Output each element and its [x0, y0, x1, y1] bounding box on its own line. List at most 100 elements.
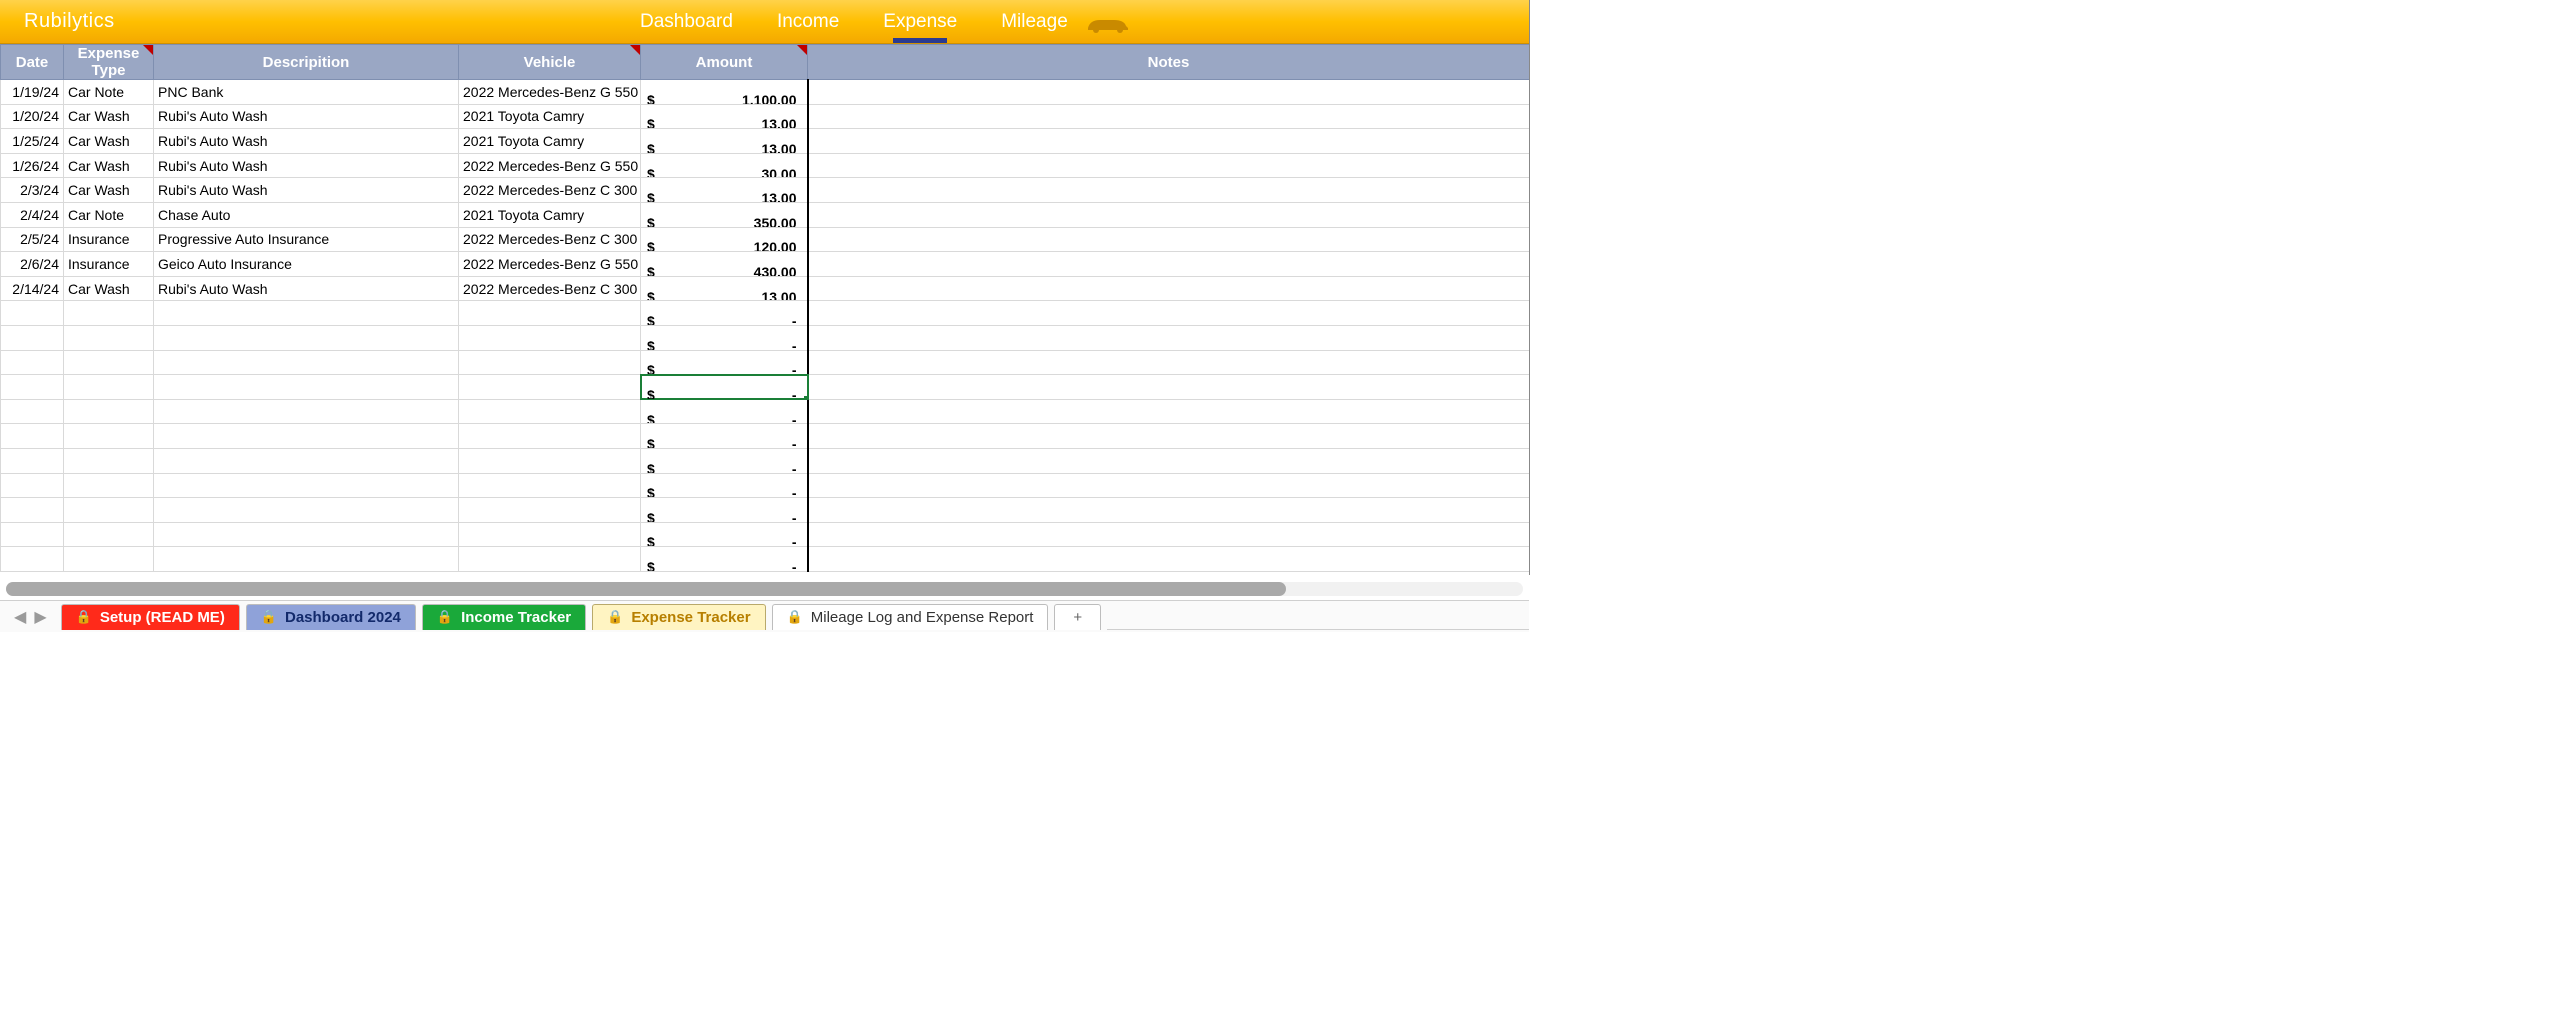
cell-notes[interactable]: [808, 547, 1530, 572]
cell-expense-type[interactable]: [64, 498, 154, 523]
cell-date[interactable]: [1, 301, 64, 326]
sheet-tab[interactable]: 🔒Mileage Log and Expense Report: [772, 604, 1049, 630]
cell-date[interactable]: 2/3/24: [1, 178, 64, 203]
cell-notes[interactable]: [808, 202, 1530, 227]
cell-description[interactable]: [154, 375, 459, 400]
cell-expense-type[interactable]: [64, 547, 154, 572]
cell-description[interactable]: [154, 399, 459, 424]
cell-date[interactable]: [1, 375, 64, 400]
cell-amount[interactable]: $-: [641, 522, 808, 547]
cell-notes[interactable]: [808, 80, 1530, 105]
cell-amount[interactable]: $430.00: [641, 252, 808, 277]
cell-description[interactable]: [154, 350, 459, 375]
cell-vehicle[interactable]: [459, 547, 641, 572]
cell-description[interactable]: Rubi's Auto Wash: [154, 129, 459, 154]
cell-expense-type[interactable]: [64, 325, 154, 350]
cell-vehicle[interactable]: 2021 Toyota Camry: [459, 129, 641, 154]
cell-amount[interactable]: $120.00: [641, 227, 808, 252]
cell-notes[interactable]: [808, 375, 1530, 400]
cell-description[interactable]: Rubi's Auto Wash: [154, 178, 459, 203]
cell-date[interactable]: 2/5/24: [1, 227, 64, 252]
cell-notes[interactable]: [808, 424, 1530, 449]
cell-description[interactable]: Rubi's Auto Wash: [154, 276, 459, 301]
cell-date[interactable]: [1, 325, 64, 350]
cell-expense-type[interactable]: [64, 473, 154, 498]
nav-income[interactable]: Income: [777, 11, 839, 33]
cell-date[interactable]: 1/25/24: [1, 129, 64, 154]
cell-amount[interactable]: $-: [641, 547, 808, 572]
cell-description[interactable]: [154, 473, 459, 498]
cell-date[interactable]: 1/19/24: [1, 80, 64, 105]
cell-expense-type[interactable]: Car Wash: [64, 178, 154, 203]
sheet-tab[interactable]: 🔒Income Tracker: [422, 604, 586, 630]
cell-amount[interactable]: $-: [641, 473, 808, 498]
cell-vehicle[interactable]: 2022 Mercedes-Benz C 300: [459, 276, 641, 301]
cell-notes[interactable]: [808, 498, 1530, 523]
cell-amount[interactable]: $-: [641, 399, 808, 424]
col-amount[interactable]: Amount: [641, 45, 808, 80]
cell-date[interactable]: 2/4/24: [1, 202, 64, 227]
cell-expense-type[interactable]: Car Wash: [64, 153, 154, 178]
cell-amount[interactable]: $13.00: [641, 129, 808, 154]
cell-description[interactable]: [154, 522, 459, 547]
cell-date[interactable]: [1, 424, 64, 449]
col-description[interactable]: Descripition: [154, 45, 459, 80]
cell-notes[interactable]: [808, 301, 1530, 326]
cell-amount[interactable]: $-: [641, 301, 808, 326]
nav-expense[interactable]: Expense: [883, 11, 957, 33]
cell-notes[interactable]: [808, 325, 1530, 350]
sheet-tab[interactable]: 🔒Expense Tracker: [592, 604, 765, 630]
cell-amount[interactable]: $13.00: [641, 178, 808, 203]
cell-description[interactable]: Rubi's Auto Wash: [154, 153, 459, 178]
cell-description[interactable]: [154, 424, 459, 449]
expense-table[interactable]: Date Expense Type Descripition Vehicle A…: [0, 44, 1530, 572]
cell-expense-type[interactable]: [64, 301, 154, 326]
cell-vehicle[interactable]: [459, 399, 641, 424]
cell-vehicle[interactable]: [459, 448, 641, 473]
cell-expense-type[interactable]: Car Wash: [64, 276, 154, 301]
add-sheet-tab[interactable]: +: [1054, 604, 1101, 630]
cell-description[interactable]: [154, 547, 459, 572]
cell-vehicle[interactable]: [459, 325, 641, 350]
cell-expense-type[interactable]: [64, 448, 154, 473]
cell-notes[interactable]: [808, 252, 1530, 277]
nav-mileage[interactable]: Mileage: [1001, 11, 1068, 33]
cell-notes[interactable]: [808, 473, 1530, 498]
cell-expense-type[interactable]: [64, 375, 154, 400]
cell-vehicle[interactable]: [459, 301, 641, 326]
cell-description[interactable]: Chase Auto: [154, 202, 459, 227]
cell-expense-type[interactable]: Insurance: [64, 252, 154, 277]
cell-vehicle[interactable]: [459, 375, 641, 400]
cell-notes[interactable]: [808, 129, 1530, 154]
nav-dashboard[interactable]: Dashboard: [640, 11, 733, 33]
cell-amount[interactable]: $350.00: [641, 202, 808, 227]
sheet-tab[interactable]: 🔒Dashboard 2024: [246, 604, 416, 630]
cell-date[interactable]: 2/14/24: [1, 276, 64, 301]
cell-description[interactable]: Geico Auto Insurance: [154, 252, 459, 277]
cell-vehicle[interactable]: 2022 Mercedes-Benz G 550: [459, 252, 641, 277]
cell-amount[interactable]: $-: [641, 325, 808, 350]
sheet-prev-arrow-icon[interactable]: ◀: [14, 607, 26, 627]
cell-date[interactable]: [1, 350, 64, 375]
cell-description[interactable]: Progressive Auto Insurance: [154, 227, 459, 252]
cell-amount[interactable]: $13.00: [641, 104, 808, 129]
cell-vehicle[interactable]: [459, 473, 641, 498]
cell-notes[interactable]: [808, 399, 1530, 424]
cell-date[interactable]: 1/20/24: [1, 104, 64, 129]
cell-vehicle[interactable]: 2022 Mercedes-Benz G 550: [459, 80, 641, 105]
cell-expense-type[interactable]: [64, 350, 154, 375]
cell-date[interactable]: [1, 498, 64, 523]
col-vehicle[interactable]: Vehicle: [459, 45, 641, 80]
cell-vehicle[interactable]: [459, 498, 641, 523]
cell-vehicle[interactable]: 2022 Mercedes-Benz C 300: [459, 227, 641, 252]
cell-expense-type[interactable]: [64, 424, 154, 449]
cell-notes[interactable]: [808, 178, 1530, 203]
cell-notes[interactable]: [808, 350, 1530, 375]
cell-expense-type[interactable]: Car Wash: [64, 104, 154, 129]
sheet-next-arrow-icon[interactable]: ▶: [34, 607, 46, 627]
cell-notes[interactable]: [808, 276, 1530, 301]
cell-description[interactable]: Rubi's Auto Wash: [154, 104, 459, 129]
cell-expense-type[interactable]: Car Note: [64, 80, 154, 105]
horizontal-scrollbar-thumb[interactable]: [6, 582, 1286, 596]
cell-date[interactable]: [1, 473, 64, 498]
